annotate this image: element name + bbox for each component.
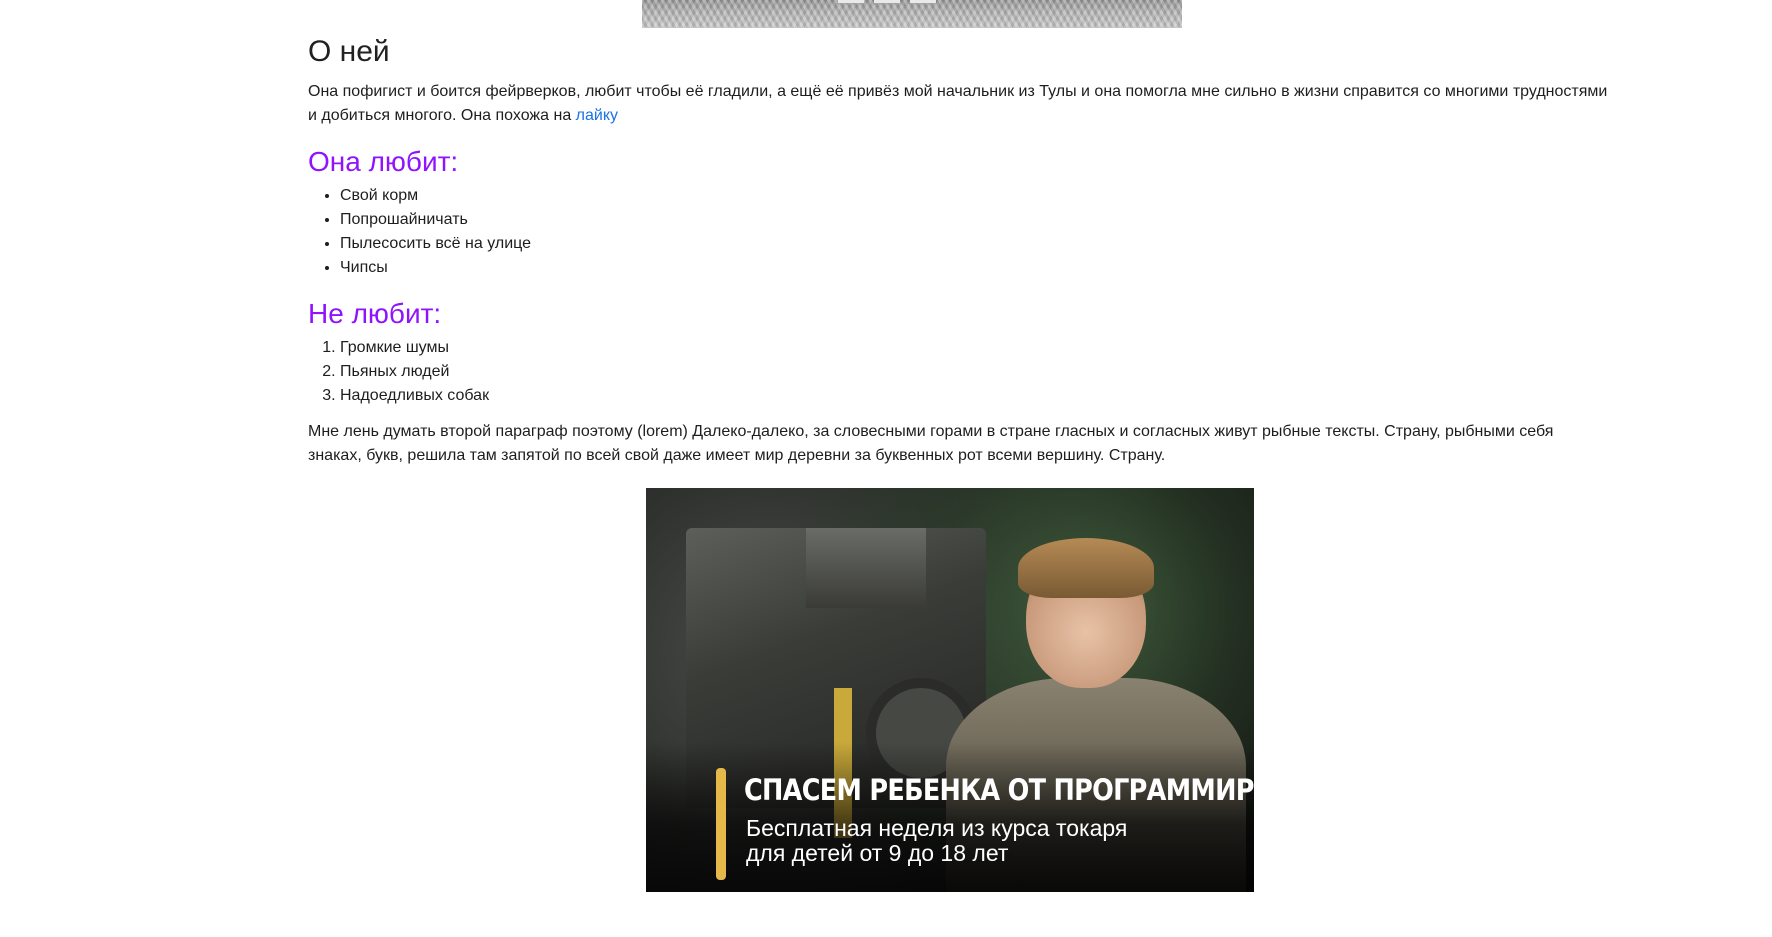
about-paragraph: Она пофигист и боится фейрверков, любит … bbox=[308, 80, 1608, 128]
dislikes-title: Не любит: bbox=[308, 298, 442, 329]
promo-banner[interactable]: СПАСЕМ РЕБЕНКА ОТ ПРОГРАММИРОВАНИЯ Беспл… bbox=[646, 488, 1254, 892]
list-item: Громкие шумы bbox=[340, 336, 1608, 360]
lathe-head bbox=[806, 528, 926, 608]
list-item: Чипсы bbox=[340, 256, 1608, 280]
likes-list: Свой корм Попрошайничать Пылесосить всё … bbox=[308, 184, 1608, 280]
promo-headline: СПАСЕМ РЕБЕНКА ОТ ПРОГРАММИРОВАНИЯ bbox=[744, 773, 1254, 807]
promo-tagline: Бесплатная неделя из курса токаря для де… bbox=[746, 816, 1226, 866]
top-photo-texture bbox=[642, 0, 1182, 28]
about-paragraph-text: Она пофигист и боится фейрверков, любит … bbox=[308, 83, 1608, 124]
list-item: Пылесосить всё на улице bbox=[340, 232, 1608, 256]
second-paragraph: Мне лень думать второй параграф поэтому … bbox=[308, 423, 1554, 464]
promo-tagline-line: для детей от 9 до 18 лет bbox=[746, 840, 1009, 866]
top-photo bbox=[642, 0, 1182, 28]
list-item: Попрошайничать bbox=[340, 208, 1608, 232]
article: О ней Она пофигист и боится фейрверков, … bbox=[308, 26, 1608, 468]
husky-link[interactable]: лайку bbox=[576, 107, 618, 124]
top-photo-detail bbox=[838, 0, 864, 3]
about-title: О ней bbox=[308, 35, 390, 68]
child-hair-illustration bbox=[1018, 538, 1154, 598]
top-photo-detail bbox=[910, 0, 936, 3]
top-photo-detail bbox=[874, 0, 900, 3]
list-item: Пьяных людей bbox=[340, 360, 1608, 384]
likes-title: Она любит: bbox=[308, 146, 459, 177]
dislikes-list: Громкие шумы Пьяных людей Надоедливых со… bbox=[308, 336, 1608, 408]
promo-tagline-line: Бесплатная неделя из курса токаря bbox=[746, 815, 1128, 841]
list-item: Свой корм bbox=[340, 184, 1608, 208]
promo-accent-bar bbox=[716, 768, 726, 880]
list-item: Надоедливых собак bbox=[340, 384, 1608, 408]
